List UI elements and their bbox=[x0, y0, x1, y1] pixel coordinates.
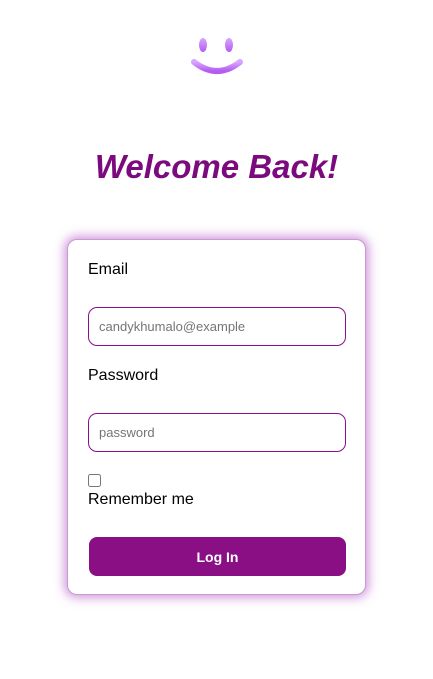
smiley-mouth bbox=[191, 59, 243, 74]
smiley-logo-icon bbox=[190, 36, 244, 78]
smiley-right-eye bbox=[225, 38, 233, 52]
email-label: Email bbox=[88, 261, 129, 278]
remember-me-checkbox[interactable] bbox=[88, 474, 101, 487]
page-title: Welcome Back! bbox=[94, 148, 339, 185]
login-button[interactable]: Log In bbox=[89, 537, 346, 576]
remember-me-label: Remember me bbox=[88, 491, 194, 508]
smiley-left-eye bbox=[199, 38, 207, 52]
password-input[interactable] bbox=[88, 413, 346, 452]
login-form: Email Password Remember me Log In bbox=[67, 239, 366, 595]
password-label: Password bbox=[88, 367, 159, 384]
email-input[interactable] bbox=[88, 307, 346, 346]
